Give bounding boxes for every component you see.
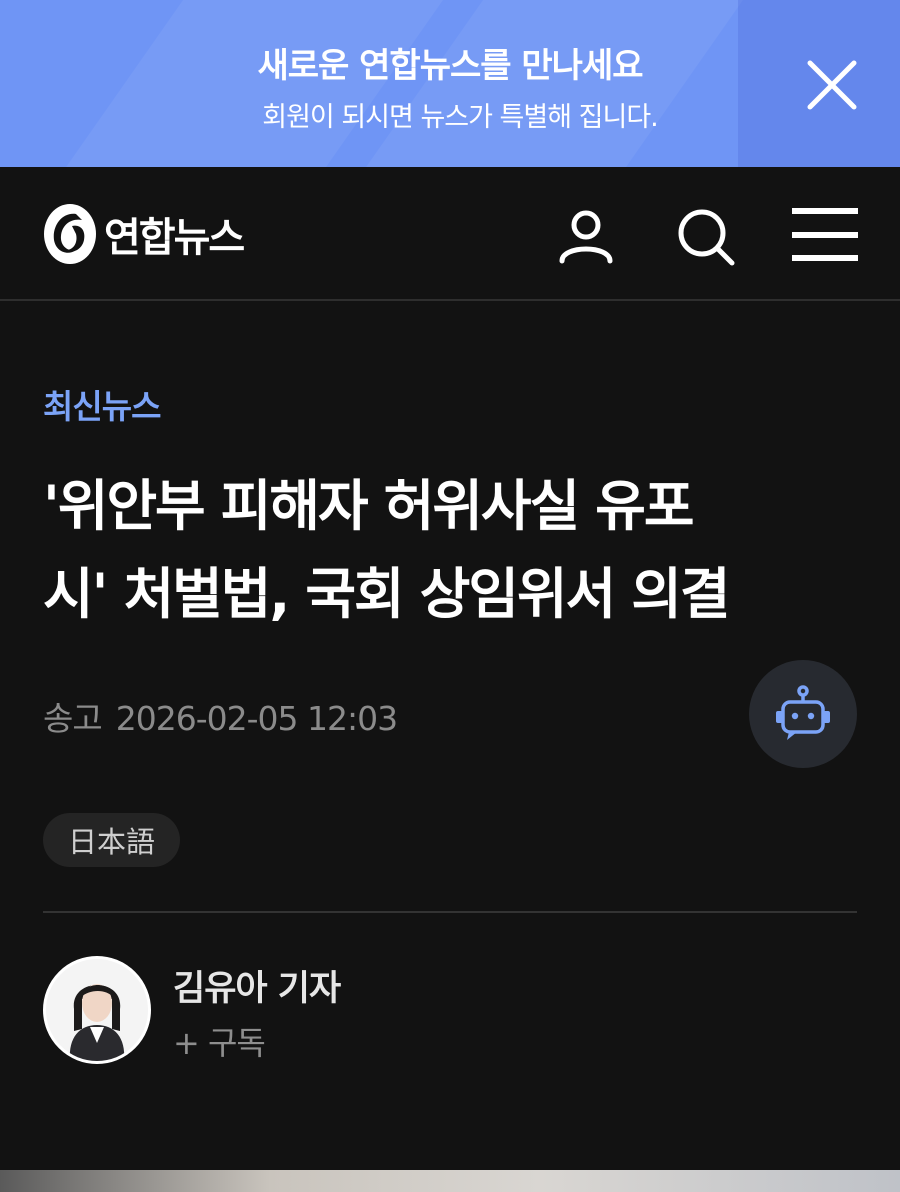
search-icon[interactable] <box>674 205 738 269</box>
article-headline: '위안부 피해자 허위사실 유포 시' 처벌법, 국회 상임위서 의결 <box>43 462 863 638</box>
category-link[interactable]: 최신뉴스 <box>43 380 161 428</box>
reporter-name[interactable]: 김유아 기자 <box>173 960 341 1011</box>
subscribe-button[interactable]: + 구독 <box>173 1018 266 1064</box>
ai-summary-button[interactable] <box>749 660 857 768</box>
headline-line-2: 시' 처벌법, 국회 상임위서 의결 <box>43 562 731 626</box>
divider <box>43 911 857 913</box>
headline-line-1: '위안부 피해자 허위사실 유포 <box>43 474 694 538</box>
logo-mark-icon <box>44 204 96 264</box>
user-icon[interactable] <box>554 205 618 269</box>
publish-date: 송고 2026-02-05 12:03 <box>43 692 398 740</box>
site-logo[interactable]: 연합뉴스 <box>42 202 245 266</box>
language-chip-japanese[interactable]: 日本語 <box>43 813 180 867</box>
promo-subtitle: 회원이 되시면 뉴스가 특별해 집니다. <box>262 102 659 133</box>
reporter-avatar[interactable] <box>43 956 151 1064</box>
logo-text: 연합뉴스 <box>104 215 245 261</box>
promo-banner[interactable]: 새로운 연합뉴스를 만나세요 회원이 되시면 뉴스가 특별해 집니다. <box>0 0 900 167</box>
date-value: 2026-02-05 12:03 <box>115 699 398 738</box>
article-photo-top <box>0 1170 900 1192</box>
promo-title: 새로운 연합뉴스를 만나세요 <box>257 46 643 86</box>
robot-icon <box>776 685 830 740</box>
date-label: 송고 <box>43 699 103 738</box>
close-icon[interactable] <box>806 59 858 111</box>
menu-icon[interactable] <box>792 205 858 269</box>
